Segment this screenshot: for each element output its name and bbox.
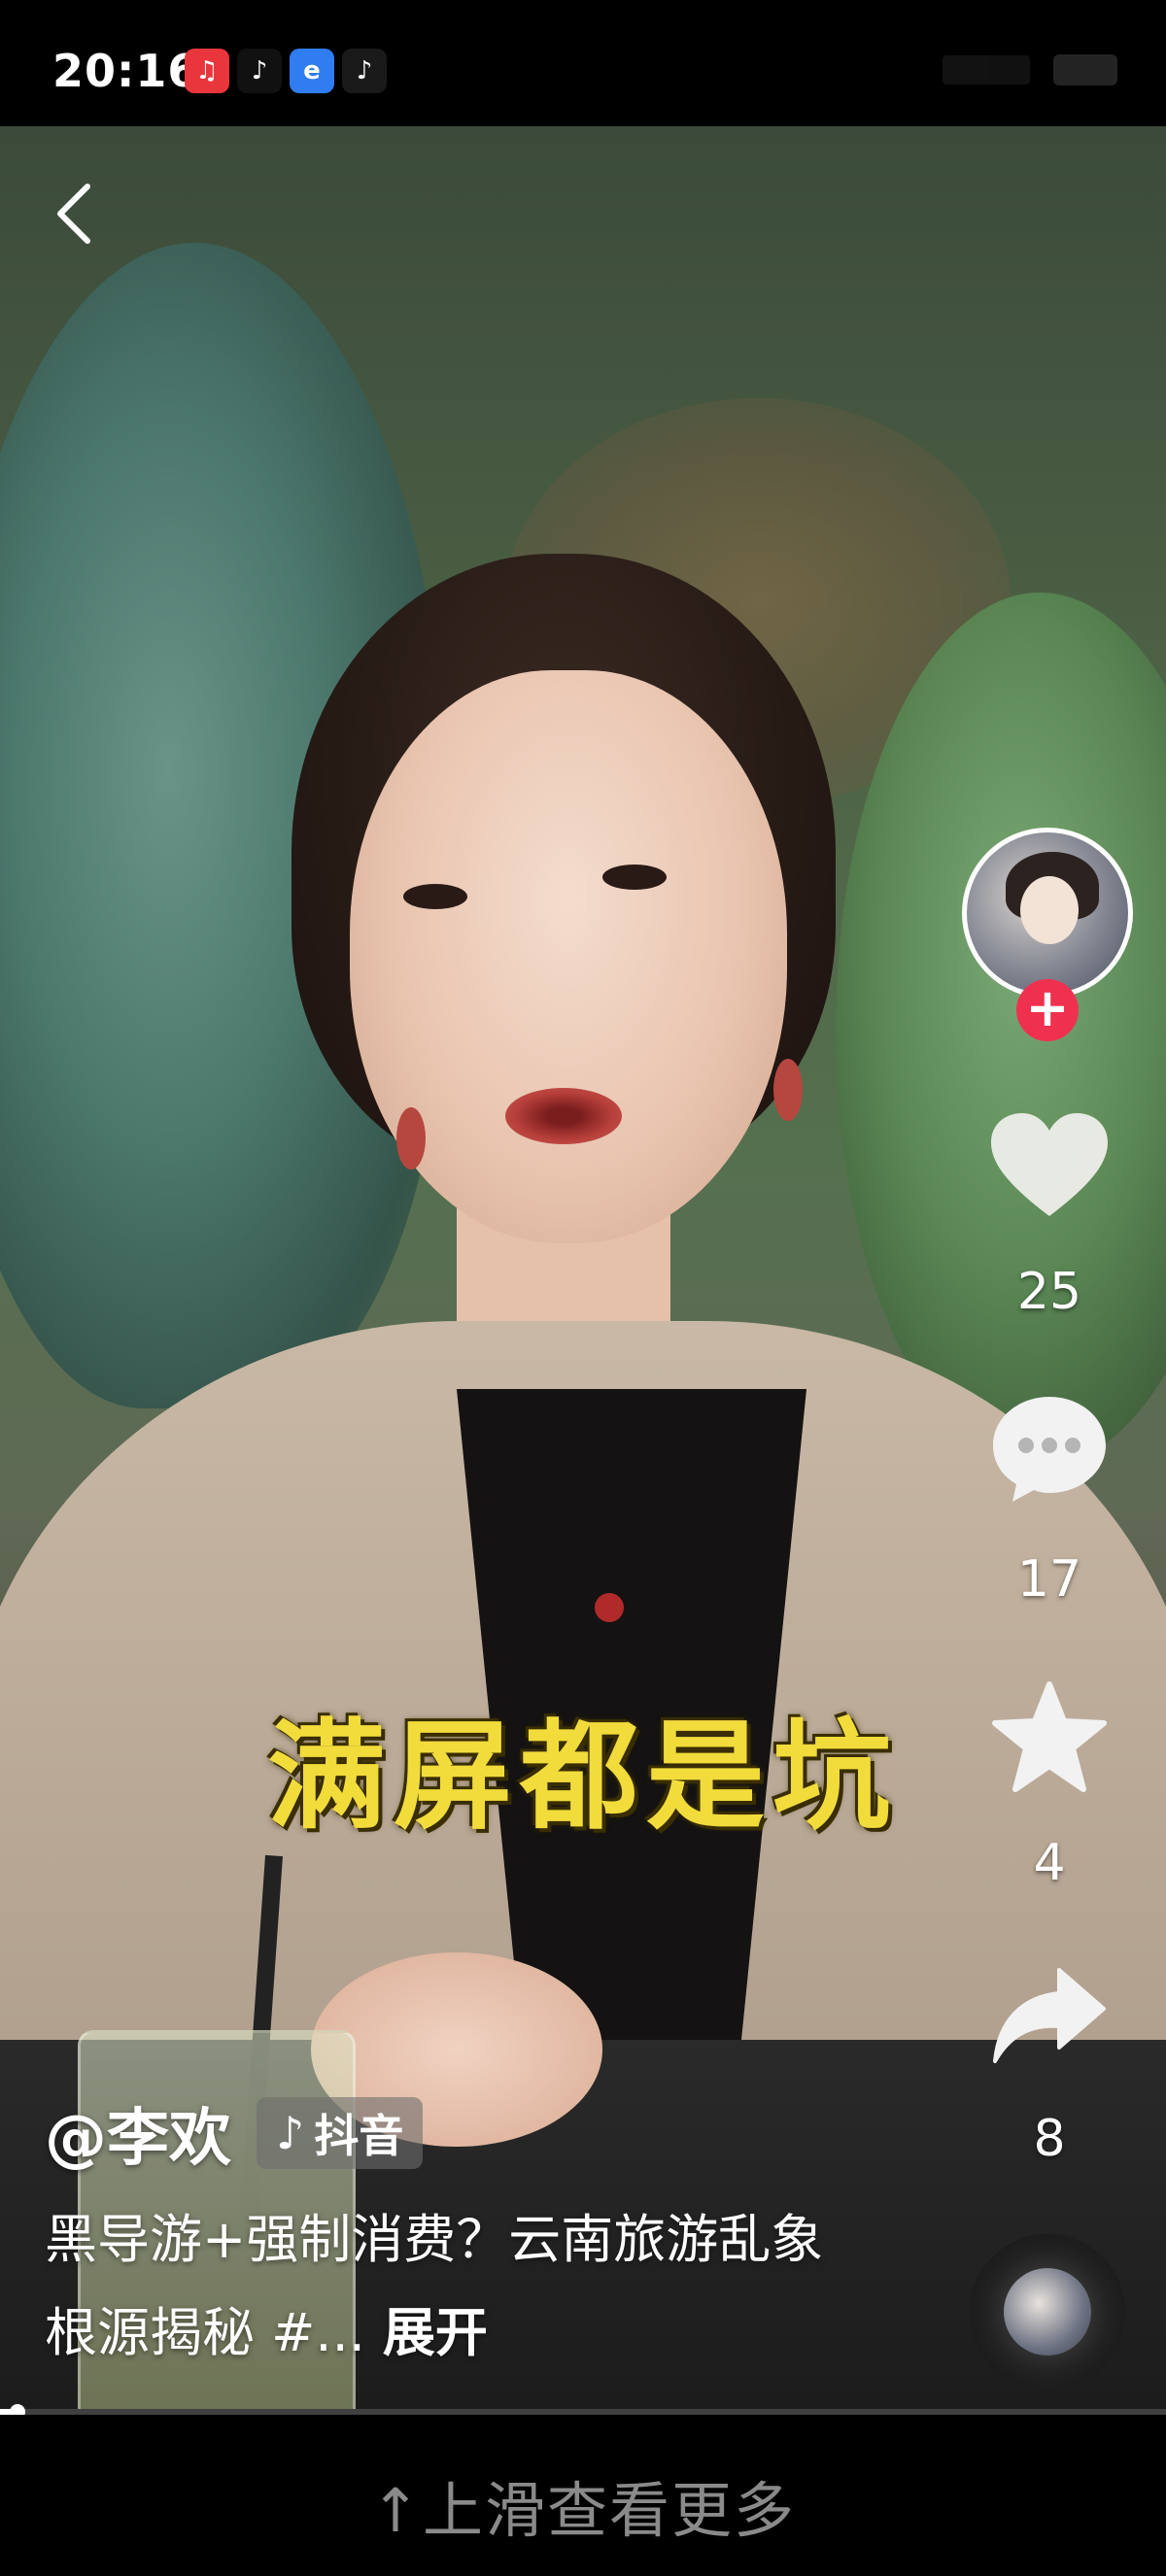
like-count: 25 bbox=[1016, 1263, 1082, 1321]
author-row: @李欢 ♪ 抖音 bbox=[45, 2088, 424, 2178]
signal-icon bbox=[943, 55, 1030, 85]
comment-icon bbox=[993, 1397, 1106, 1502]
like-button[interactable] bbox=[981, 1107, 1117, 1224]
comment-count: 17 bbox=[1016, 1550, 1082, 1609]
earring-left bbox=[396, 1107, 426, 1169]
douyin-logo-icon: ♪ bbox=[276, 2107, 305, 2159]
share-button[interactable] bbox=[981, 1960, 1117, 2077]
follow-button[interactable]: + bbox=[1016, 979, 1079, 1041]
person-lips bbox=[505, 1088, 622, 1144]
source-tag-label: 抖音 bbox=[314, 2110, 404, 2162]
comment-button[interactable] bbox=[981, 1391, 1117, 1508]
earring-right bbox=[773, 1059, 803, 1121]
share-arrow-icon bbox=[993, 1968, 1106, 2063]
back-button[interactable] bbox=[43, 175, 111, 253]
person-eye-right bbox=[602, 864, 667, 890]
battery-icon bbox=[1053, 54, 1117, 85]
music-cover bbox=[1004, 2268, 1091, 2356]
favorite-count: 4 bbox=[1033, 1834, 1066, 1892]
swipe-up-hint[interactable]: ↑上滑查看更多 bbox=[0, 2461, 1166, 2549]
author-name[interactable]: @李欢 bbox=[45, 2088, 231, 2178]
browser-icon: e bbox=[290, 49, 334, 93]
favorite-button[interactable] bbox=[981, 1680, 1117, 1797]
star-icon bbox=[992, 1681, 1107, 1792]
status-indicators bbox=[943, 54, 1117, 85]
expand-button[interactable]: 展开 bbox=[383, 2302, 488, 2363]
back-arrow-icon bbox=[57, 184, 90, 244]
status-time: 20:16 bbox=[52, 45, 200, 97]
douyin-lite-icon: ♪ bbox=[342, 49, 387, 93]
status-app-icons: ♫ ♪ e ♪ bbox=[185, 49, 387, 93]
douyin-icon: ♪ bbox=[237, 49, 282, 93]
video-caption[interactable]: 黑导游+强制消费？云南旅游乱象根源揭秘 #... 展开 bbox=[45, 2193, 841, 2380]
heart-icon bbox=[991, 1113, 1108, 1216]
avatar-face bbox=[1020, 876, 1079, 944]
author-avatar[interactable] bbox=[962, 828, 1133, 999]
app-red-icon: ♫ bbox=[185, 49, 229, 93]
share-count: 8 bbox=[1033, 2110, 1066, 2168]
person-eye-left bbox=[403, 884, 467, 909]
bottom-bar: ↑上滑查看更多 bbox=[0, 2415, 1166, 2576]
status-bar: 20:16 ♫ ♪ e ♪ bbox=[0, 0, 1166, 126]
necklace-pendant bbox=[595, 1593, 624, 1622]
music-disc[interactable] bbox=[970, 2234, 1125, 2390]
source-tag[interactable]: ♪ 抖音 bbox=[257, 2097, 424, 2169]
